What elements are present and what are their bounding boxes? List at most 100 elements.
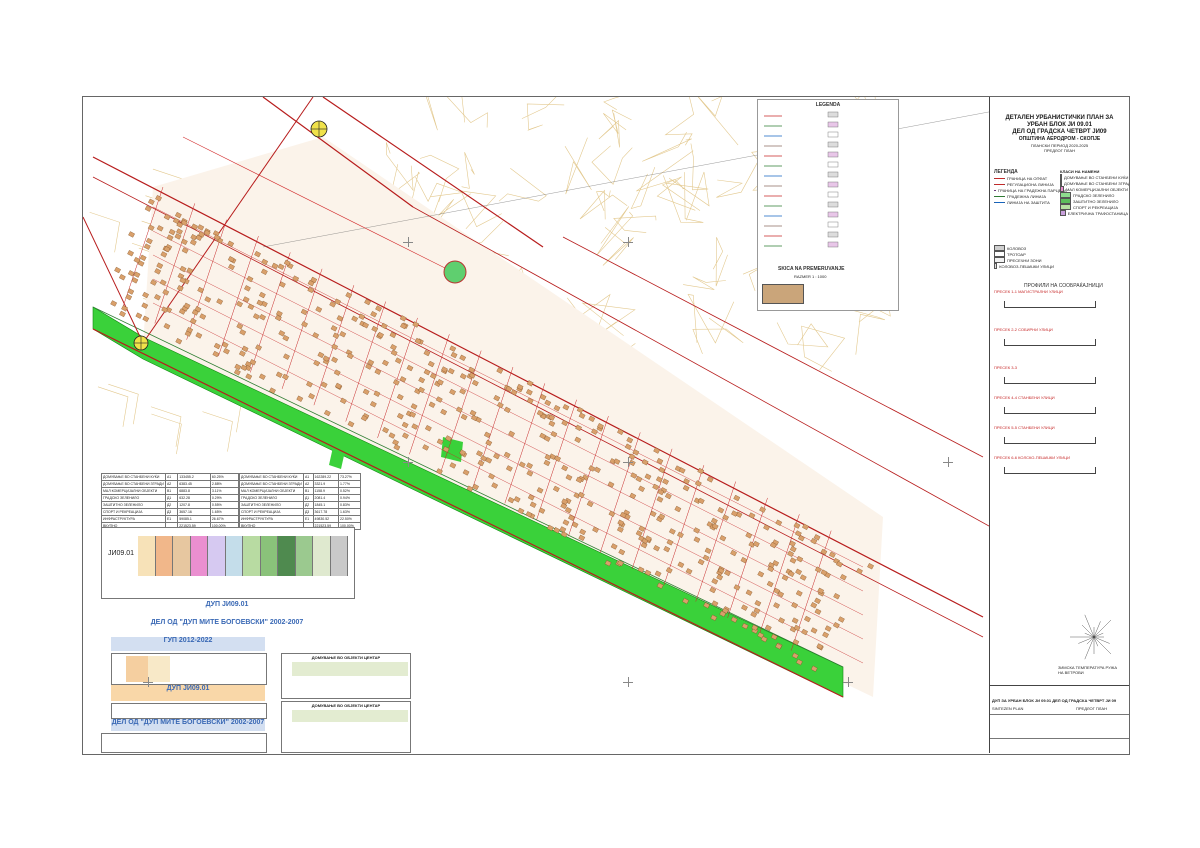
grid-cross [623,677,633,687]
table-cell: ЗАШТИТНО ЗЕЛЕНИЛО [101,501,166,509]
table-cell: 1.65% [209,508,240,516]
land-use-swatch [1060,210,1066,216]
table-cell: А1 [164,473,179,481]
legend-swatch [994,183,1005,185]
road-legend-label: КОЛОВОЗ-ПЕШАЧКИ УЛИЦИ [999,263,1054,269]
table-cell: 49830.52 [312,515,340,523]
table-row: СПОРТ И РЕКРЕАЦИЈА Д3 3657.16 1.65% [101,508,240,516]
table-row: ГРАДСКО ЗЕЛЕНИЛО Д1 2081.4 0.94% [239,494,361,502]
table-cell: СПОРТ И РЕКРЕАЦИЈА [101,508,166,516]
road-profile-section: ПРЕСЕК 4-4 СТАНБЕНИ УЛИЦИ [994,395,1124,425]
block-code: ЈИ09.01 [108,550,135,557]
table-cell: ИНФРАСТРУКТУРА [101,515,166,523]
municipality: ОПШТИНА АЕРОДРОМ - СКОПЈЕ [1018,136,1101,142]
table-cell: Д2 [302,501,314,509]
table-cell: ДОМУВАЊЕ ВО СТАНБЕНИ КУЌИ [239,473,304,481]
table-cell: А2 [302,480,314,488]
wind-rose [1070,614,1112,660]
table-cell: 133455.2 [177,473,211,481]
table-cell: 6383.45 [177,480,211,488]
land-use-class-label: СПОРТ И РЕКРЕАЦИЈА [1073,204,1119,210]
grid-cross [403,237,413,247]
gup-banner-bg: ГУП 2012-2022 [111,637,265,651]
footer-sheet-name: SINTEZEN PLAN [992,706,1024,711]
profile-diagram [1004,437,1096,444]
balance-column [138,536,156,576]
table-cell: МАЛ КОМЕРЦИЈАЛНИ ОБЈЕКТИ [239,487,304,495]
table-cell: ГРАДСКО ЗЕЛЕНИЛО [239,494,304,502]
center-heading-2: ДОМУВАЊЕ ВО ОБЈЕКТИ ЦЕНТАР [311,703,381,708]
wind-rose-label: ЗИМСКА ТЕМПЕРАТУРА РУЖА НА ВЕТРОВИ [1058,665,1118,675]
skica-scale: RAZMER 1 : 1000 [794,274,827,279]
bogoevski-banner-bg: ДЕЛ ОД "ДУП МИТЕ БОГОЕВСКИ" 2002-2007 [111,719,265,731]
road-profile-section: ПРЕСЕК 2-2 СОБИРНИ УЛИЦИ [994,327,1124,365]
profile-label: ПРЕСЕК 2-2 СОБИРНИ УЛИЦИ [994,327,1053,332]
table-cell: 3617.78 [312,508,340,516]
grid-cross [623,237,633,247]
table-cell: В1 [164,487,179,495]
profile-diagram [1004,407,1096,414]
table-cell: ЗАШТИТНО ЗЕЛЕНИЛО [239,501,304,509]
table-cell: 73.27% [338,473,361,481]
grid-cross [143,677,153,687]
land-use-class: ДОМУВАЊЕ ВО СТАНБЕНИ ЗГРАДИ [1060,180,1130,186]
balance-column [330,536,348,576]
table-cell: 0.55% [209,501,240,509]
legend-item-label: ГРАНИЦА НА ГРАДЕЖНА ПАРЦЕЛА [998,187,1067,193]
road-profile-section: ПРЕСЕК 6-6 КОЛСКО-ПЕШАЧКИ УЛИЦИ [994,455,1124,485]
gup-table [111,653,267,685]
table-cell: 0.83% [338,501,361,509]
table-cell: В1 [302,487,314,495]
balance-column [155,536,173,576]
road-swatch [994,263,998,269]
balance-column [190,536,208,576]
table-cell: 59085.1 [177,515,211,523]
legend-swatch [994,201,1005,203]
table-row: ИНФРАСТРУКТУРА Е1 59085.1 26.67% [101,515,240,523]
plan-title-3: ДЕЛ ОД ГРАДСКА ЧЕТВРТ ЈИ09 [1012,129,1107,135]
profile-label: ПРЕСЕК 6-6 КОЛСКО-ПЕШАЧКИ УЛИЦИ [994,455,1070,460]
legend-item: ЛИНИЈА НА ЗАШТИТА [994,199,1054,205]
balance-column [173,536,191,576]
profile-label: ПРЕСЕК 4-4 СТАНБЕНИ УЛИЦИ [994,395,1055,400]
road-legend-item: КОЛОВОЗ-ПЕШАЧКИ УЛИЦИ [994,263,1054,269]
land-use-class-label: ДОМУВАЊЕ ВО СТАНБЕНИ ЗГРАДИ [1064,180,1130,186]
table-cell: Д1 [302,494,314,502]
center-objects-table-1: ДОМУВАЊЕ ВО ОБЈЕКТИ ЦЕНТАР [281,653,411,699]
banner-dup-bogoevski-1: ДЕЛ ОД "ДУП МИТЕ БОГОЕВСКИ" 2002-2007 [150,619,304,626]
road-profile-section: ПРЕСЕК 3-3 [994,365,1124,395]
table-cell: ГРАДСКО ЗЕЛЕНИЛО [101,494,166,502]
land-use-class-label: МАЛ КОМЕРЦИЈАЛНИ ОБЈЕКТИ [1065,186,1128,192]
table-cell: А2 [164,480,179,488]
legend-item-label: ГРАНИЦА НА ОПФАТ [1007,175,1048,181]
road-legend-label: КОЛОВОЗ [1007,245,1027,251]
table-cell: Д1 [164,494,179,502]
land-use-class: ДОМУВАЊЕ ВО СТАНБЕНИ КУЌИ [1060,174,1128,180]
land-use-class: СПОРТ И РЕКРЕАЦИЈА [1060,204,1128,210]
table-cell: 26.67% [209,515,240,523]
land-use-class: ЕЛЕКТРИЧНА ТРАФОСТАНИЦА [1060,210,1128,216]
table-cell: Д3 [302,508,314,516]
banner-gup: ГУП 2012-2022 [163,637,213,644]
table-cell: 1158.9 [312,487,340,495]
table-cell: 0.94% [338,494,361,502]
banner-dup-1: ДУП ЈИ09.01 [205,601,249,608]
table-row: ИНФРАСТРУКТУРА Е1 49830.52 22.50% [239,515,361,523]
table-cell: 2081.4 [312,494,340,502]
table-row: ГРАДСКО ЗЕЛЕНИЛО Д1 632.28 0.29% [101,494,240,502]
table-cell: Е1 [164,515,179,523]
table-row: ДОМУВАЊЕ ВО СТАНБЕНИ КУЌИ А1 162289.22 73.2… [239,473,361,481]
table-cell: 3321.9 [312,480,340,488]
table-cell: СПОРТ И РЕКРЕАЦИЈА [239,508,304,516]
banner-dup-2: ДУП ЈИ09.01 [166,685,210,692]
center-heading-1: ДОМУВАЊЕ ВО ОБЈЕКТИ ЦЕНТАР [311,655,381,660]
balance-table: ЈИ09.01 [101,527,355,599]
balance-column [243,536,261,576]
land-use-class-label: ЗАШТИТНО ЗЕЛЕНИЛО [1073,198,1119,204]
table-cell: Д3 [164,508,179,516]
balance-column [225,536,243,576]
title-block: ДЕТАЛЕН УРБАНИСТИЧКИ ПЛАН ЗА УРБАН БЛОК … [989,97,1129,753]
table-cell: 2.88% [209,480,240,488]
table-cell: Д2 [164,501,179,509]
table-cell: 1207.8 [177,501,211,509]
